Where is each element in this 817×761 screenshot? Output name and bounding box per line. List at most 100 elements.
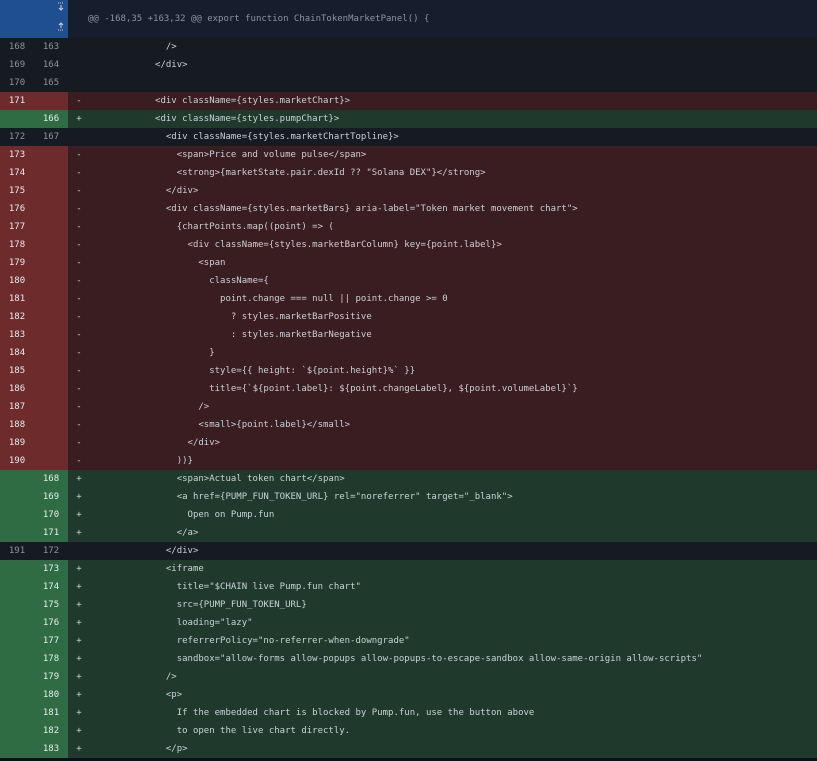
new-line-number[interactable]: 164 (34, 56, 68, 74)
new-line-number[interactable]: 174 (34, 578, 68, 596)
new-line-number[interactable] (34, 344, 68, 362)
new-line-number[interactable] (34, 290, 68, 308)
old-line-number[interactable]: 185 (0, 362, 34, 380)
code-text: </div> (90, 434, 817, 452)
new-line-number[interactable] (34, 164, 68, 182)
new-line-number[interactable]: 181 (34, 704, 68, 722)
old-line-number[interactable]: 175 (0, 182, 34, 200)
new-line-number[interactable]: 172 (34, 542, 68, 560)
old-line-number[interactable] (0, 686, 34, 704)
new-line-number[interactable] (34, 272, 68, 290)
new-line-number[interactable] (34, 416, 68, 434)
old-line-number[interactable] (0, 596, 34, 614)
old-line-number[interactable] (0, 524, 34, 542)
old-line-number[interactable] (0, 740, 34, 758)
old-line-number[interactable] (0, 632, 34, 650)
code-text: } (90, 344, 817, 362)
old-line-number[interactable]: 188 (0, 416, 34, 434)
old-line-number[interactable]: 170 (0, 74, 34, 92)
new-line-number[interactable]: 167 (34, 128, 68, 146)
diff-line-del: 179 - <span (0, 254, 817, 272)
new-line-number[interactable]: 163 (34, 38, 68, 56)
old-line-number[interactable]: 177 (0, 218, 34, 236)
old-line-number[interactable]: 184 (0, 344, 34, 362)
new-line-number[interactable]: 170 (34, 506, 68, 524)
old-line-number[interactable] (0, 506, 34, 524)
old-line-number[interactable]: 190 (0, 452, 34, 470)
new-line-number[interactable] (34, 380, 68, 398)
diff-line-del: 173 - <span>Price and volume pulse</span> (0, 146, 817, 164)
old-line-number[interactable]: 189 (0, 434, 34, 452)
new-line-number[interactable]: 169 (34, 488, 68, 506)
new-line-number[interactable]: 175 (34, 596, 68, 614)
new-line-number[interactable]: 166 (34, 110, 68, 128)
old-line-number[interactable]: 181 (0, 290, 34, 308)
old-line-number[interactable] (0, 578, 34, 596)
new-line-number[interactable] (34, 92, 68, 110)
old-line-number[interactable]: 187 (0, 398, 34, 416)
old-line-number[interactable]: 169 (0, 56, 34, 74)
old-line-number[interactable]: 180 (0, 272, 34, 290)
code-text: : styles.marketBarNegative (90, 326, 817, 344)
new-line-number[interactable] (34, 434, 68, 452)
old-line-number[interactable]: 182 (0, 308, 34, 326)
new-line-number[interactable] (34, 398, 68, 416)
code-content: <strong>{marketState.pair.dexId ?? "Sola… (176, 168, 486, 178)
diff-sign: - (76, 312, 82, 322)
diff-sign (68, 38, 90, 56)
new-line-number[interactable] (34, 308, 68, 326)
old-line-number[interactable]: 179 (0, 254, 34, 272)
old-line-number[interactable] (0, 668, 34, 686)
new-line-number[interactable]: 182 (34, 722, 68, 740)
old-line-number[interactable] (0, 470, 34, 488)
new-line-number[interactable] (34, 200, 68, 218)
diff-sign: + (76, 672, 82, 682)
old-line-number[interactable]: 178 (0, 236, 34, 254)
new-line-number[interactable]: 171 (34, 524, 68, 542)
line-number-gutter: 174 (0, 578, 68, 596)
old-line-number[interactable]: 172 (0, 128, 34, 146)
new-line-number[interactable]: 178 (34, 650, 68, 668)
old-line-number[interactable] (0, 488, 34, 506)
new-line-number[interactable] (34, 146, 68, 164)
old-line-number[interactable]: 171 (0, 92, 34, 110)
old-line-number[interactable] (0, 110, 34, 128)
new-line-number[interactable] (34, 452, 68, 470)
diff-line-ctx: 191 172 </div> (0, 542, 817, 560)
new-line-number[interactable]: 173 (34, 560, 68, 578)
old-line-number[interactable]: 176 (0, 200, 34, 218)
old-line-number[interactable]: 173 (0, 146, 34, 164)
old-line-number[interactable] (0, 560, 34, 578)
old-line-number[interactable]: 174 (0, 164, 34, 182)
new-line-number[interactable] (34, 236, 68, 254)
new-line-number[interactable] (34, 218, 68, 236)
new-line-number[interactable]: 176 (34, 614, 68, 632)
old-line-number[interactable]: 183 (0, 326, 34, 344)
line-number-gutter: 183 (0, 326, 68, 344)
new-line-number[interactable]: 177 (34, 632, 68, 650)
old-line-number[interactable] (0, 650, 34, 668)
new-line-number[interactable]: 168 (34, 470, 68, 488)
new-line-number[interactable] (34, 254, 68, 272)
old-line-number[interactable]: 191 (0, 542, 34, 560)
old-line-number[interactable]: 186 (0, 380, 34, 398)
new-line-number[interactable]: 179 (34, 668, 68, 686)
old-line-number[interactable] (0, 722, 34, 740)
expand-up-button[interactable] (0, 19, 68, 38)
old-line-number[interactable] (0, 704, 34, 722)
hunk-header-text: @@ -168,35 +163,32 @@ export function Ch… (88, 14, 430, 24)
new-line-number[interactable]: 183 (34, 740, 68, 758)
old-line-number[interactable]: 168 (0, 38, 34, 56)
new-line-number[interactable] (34, 362, 68, 380)
new-line-number[interactable] (34, 182, 68, 200)
new-line-number[interactable]: 180 (34, 686, 68, 704)
new-line-number[interactable] (34, 326, 68, 344)
old-line-number[interactable] (0, 614, 34, 632)
new-line-number[interactable]: 165 (34, 74, 68, 92)
code-content: : styles.marketBarNegative (230, 330, 372, 340)
code-text: referrerPolicy="no-referrer-when-downgra… (90, 632, 817, 650)
